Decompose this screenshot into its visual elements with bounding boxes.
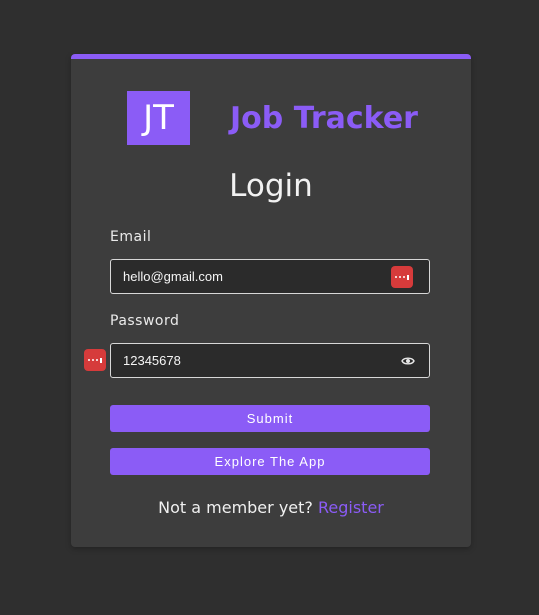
eye-icon[interactable] [401, 355, 415, 367]
form-title: Login [229, 168, 313, 204]
register-link[interactable]: Register [318, 498, 384, 517]
login-card: JT Job Tracker Login Email hello@gmail.c… [71, 54, 471, 547]
password-manager-icon[interactable] [391, 266, 413, 288]
email-value: hello@gmail.com [123, 269, 223, 284]
email-field[interactable]: hello@gmail.com [110, 259, 430, 294]
logo-initials: JT [127, 91, 190, 145]
register-prompt: Not a member yet? Register [71, 498, 471, 517]
email-label: Email [110, 229, 152, 245]
logo-name: Job Tracker [230, 101, 418, 136]
register-prompt-text: Not a member yet? [158, 498, 313, 517]
password-label: Password [110, 313, 180, 329]
password-value: 12345678 [123, 353, 181, 368]
explore-app-button[interactable]: Explore The App [110, 448, 430, 475]
password-manager-icon[interactable] [84, 349, 106, 371]
submit-button[interactable]: Submit [110, 405, 430, 432]
password-field[interactable]: 12345678 [110, 343, 430, 378]
